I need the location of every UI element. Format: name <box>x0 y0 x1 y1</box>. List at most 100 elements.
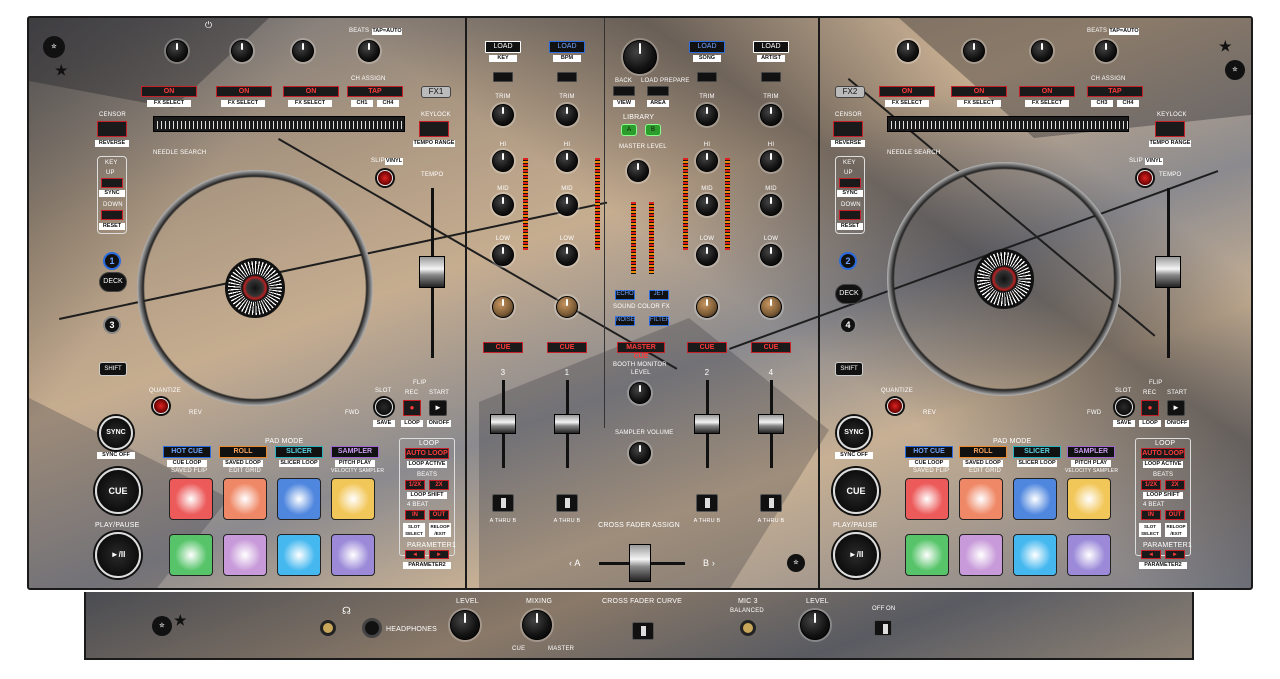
mode-sampler-button[interactable]: SAMPLER <box>331 446 379 458</box>
param-right-button[interactable]: ► <box>429 550 449 559</box>
booth-monitor-knob[interactable] <box>629 382 651 404</box>
quantize-button-right[interactable] <box>887 398 903 414</box>
mode-slicer-button-right[interactable]: SLICER <box>1013 446 1061 458</box>
beats-knob-right[interactable] <box>1095 40 1117 62</box>
mid-eq-knob[interactable] <box>696 194 718 216</box>
load-button-ch1[interactable]: LOAD <box>549 41 585 53</box>
left-pad-2[interactable] <box>223 478 267 520</box>
filter-button[interactable]: FILTER <box>649 316 670 326</box>
mid-eq-knob[interactable] <box>492 194 514 216</box>
channel-switch[interactable] <box>557 72 577 82</box>
right-pad-7[interactable] <box>1013 534 1057 576</box>
mode-hot-cue-button-right[interactable]: HOT CUE <box>905 446 953 458</box>
ch-button-b[interactable]: CH4 <box>377 100 399 107</box>
crossfader-assign-switch[interactable] <box>696 494 718 512</box>
censor-button-right[interactable] <box>833 121 863 137</box>
headphone-jack-small[interactable] <box>320 620 336 636</box>
fx-knob-2[interactable] <box>231 40 253 62</box>
channel-switch[interactable] <box>697 72 717 82</box>
channel-switch[interactable] <box>493 72 513 82</box>
channel-switch[interactable] <box>761 72 781 82</box>
fx2-on-button[interactable]: ON <box>216 86 272 97</box>
loop-in-button[interactable]: IN <box>405 510 425 520</box>
channel-fader[interactable] <box>694 414 720 434</box>
b-button[interactable]: B <box>645 124 661 136</box>
trim-knob[interactable] <box>556 104 578 126</box>
tempo-fader-right[interactable] <box>1155 256 1181 288</box>
color-fx-knob[interactable] <box>556 296 578 318</box>
crossfader-assign-switch[interactable] <box>760 494 782 512</box>
left-pad-1[interactable] <box>169 478 213 520</box>
low-eq-knob[interactable] <box>556 244 578 266</box>
mid-eq-knob[interactable] <box>760 194 782 216</box>
fx1-on-button[interactable]: ON <box>141 86 197 97</box>
auto-loop-button-right[interactable]: AUTO LOOP <box>1141 448 1185 459</box>
ch-button-r-b[interactable]: CH4 <box>1117 100 1139 107</box>
param-right-button-right[interactable]: ► <box>1165 550 1185 559</box>
crossfader[interactable] <box>629 544 651 582</box>
load-button-ch4[interactable]: LOAD <box>753 41 789 53</box>
loop-half-button-right[interactable]: 1/2X <box>1141 480 1161 490</box>
start-button[interactable]: ► <box>429 400 447 416</box>
fx-knob-r2[interactable] <box>963 40 985 62</box>
mode-sampler-button-right[interactable]: SAMPLER <box>1067 446 1115 458</box>
channel-cue-button[interactable]: CUE <box>483 342 523 353</box>
ch-button-r-a[interactable]: CH3 <box>1091 100 1113 107</box>
loop-in-button-right[interactable]: IN <box>1141 510 1161 520</box>
noise-button[interactable]: NOISE <box>615 316 635 326</box>
keylock-button[interactable] <box>419 121 449 137</box>
load-prepare-button[interactable] <box>647 86 669 96</box>
sync-button-right[interactable]: SYNC <box>837 416 871 450</box>
right-pad-1[interactable] <box>905 478 949 520</box>
fx-knob-1[interactable] <box>166 40 188 62</box>
ch-button-a[interactable]: CH1 <box>351 100 373 107</box>
fx-r1-on-button[interactable]: ON <box>879 86 935 97</box>
headphones-level-knob[interactable] <box>450 610 480 640</box>
key-up-button-right[interactable] <box>839 178 861 188</box>
right-pad-3[interactable] <box>1013 478 1057 520</box>
trim-knob[interactable] <box>492 104 514 126</box>
hi-eq-knob[interactable] <box>492 150 514 172</box>
tempo-fader[interactable] <box>419 256 445 288</box>
echo-button[interactable]: ECHO <box>615 290 635 300</box>
slot-button-right[interactable] <box>1115 398 1133 416</box>
auto-loop-button[interactable]: AUTO LOOP <box>405 448 449 459</box>
channel-fader[interactable] <box>554 414 580 434</box>
channel-cue-button[interactable]: CUE <box>751 342 791 353</box>
browse-knob[interactable] <box>623 40 657 74</box>
channel-cue-button[interactable]: CUE <box>687 342 727 353</box>
master-level-knob[interactable] <box>627 160 649 182</box>
slip-button[interactable] <box>377 170 393 186</box>
left-pad-5[interactable] <box>169 534 213 576</box>
color-fx-knob[interactable] <box>492 296 514 318</box>
start-button-right[interactable]: ► <box>1167 400 1185 416</box>
master-cue-button[interactable]: MASTER CUE <box>617 342 665 360</box>
beats-knob[interactable] <box>358 40 380 62</box>
hi-eq-knob[interactable] <box>760 150 782 172</box>
mode-hot-cue-button[interactable]: HOT CUE <box>163 446 211 458</box>
key-down-button[interactable] <box>101 210 123 220</box>
play-pause-button[interactable]: ►/II <box>95 532 141 578</box>
right-pad-5[interactable] <box>905 534 949 576</box>
right-pad-2[interactable] <box>959 478 1003 520</box>
fx3-on-button[interactable]: ON <box>283 86 339 97</box>
loop-half-button[interactable]: 1/2X <box>405 480 425 490</box>
mode-slicer-button[interactable]: SLICER <box>275 446 323 458</box>
right-pad-4[interactable] <box>1067 478 1111 520</box>
mode-roll-button-right[interactable]: ROLL <box>959 446 1007 458</box>
key-down-button-right[interactable] <box>839 210 861 220</box>
channel-fader[interactable] <box>758 414 784 434</box>
left-pad-3[interactable] <box>277 478 321 520</box>
trim-knob[interactable] <box>760 104 782 126</box>
left-pad-6[interactable] <box>223 534 267 576</box>
needle-search-strip-right[interactable] <box>887 116 1129 132</box>
fx-knob-r3[interactable] <box>1031 40 1053 62</box>
mic-level-knob[interactable] <box>800 610 830 640</box>
param-left-button-right[interactable]: ◄ <box>1141 550 1161 559</box>
cue-button[interactable]: CUE <box>95 468 141 514</box>
right-pad-8[interactable] <box>1067 534 1111 576</box>
mid-eq-knob[interactable] <box>556 194 578 216</box>
mic-jack[interactable] <box>740 620 756 636</box>
play-pause-button-right[interactable]: ►/II <box>833 532 879 578</box>
deck-switch-button-right[interactable]: DECK <box>835 284 863 304</box>
